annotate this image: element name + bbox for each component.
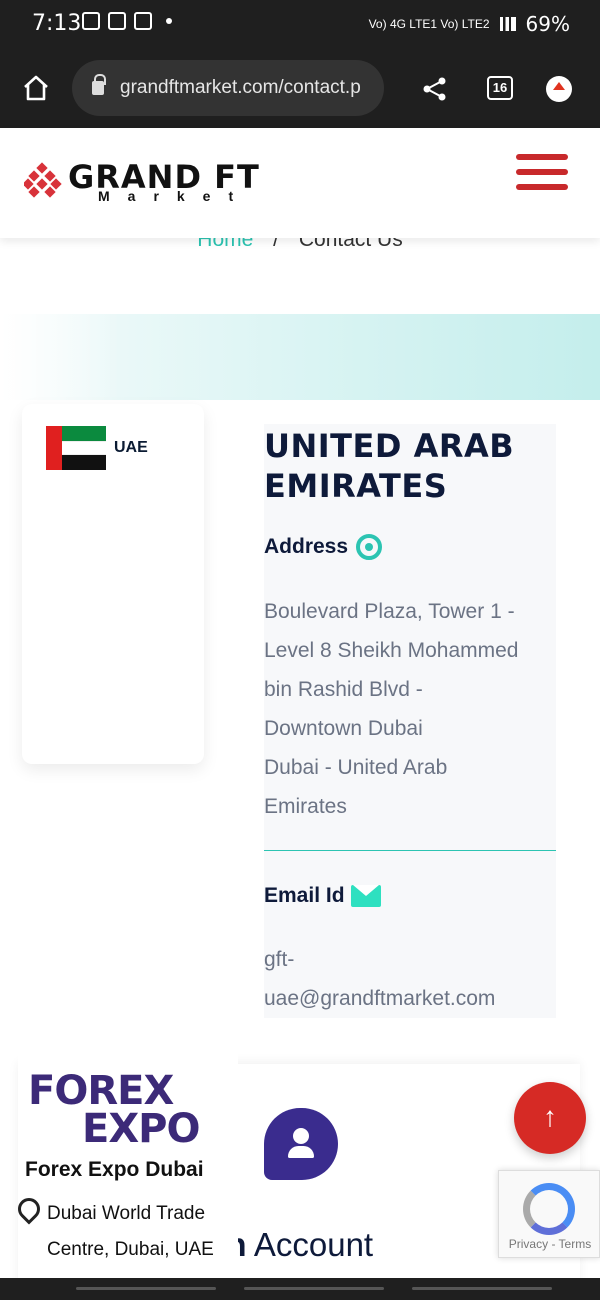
status-right: Vo) 4G LTE1 Vo) LTE2 69% (369, 12, 570, 36)
hamburger-menu-icon[interactable] (516, 154, 568, 192)
email-heading: Email Id (264, 884, 381, 908)
promo-title: Forex Expo Dubai (25, 1158, 204, 1181)
update-icon[interactable] (546, 76, 572, 102)
forex-expo-popup[interactable]: FOREX EXPO Forex Expo Dubai Dubai World … (13, 1052, 238, 1268)
logo-diamond-icon (24, 162, 62, 198)
signal-icon (499, 17, 516, 31)
lock-icon (92, 74, 106, 95)
forex-expo-logo-line1: FOREX (28, 1068, 174, 1114)
promo-address: Dubai World Trade Centre, Dubai, UAE (47, 1196, 237, 1268)
address-line: Boulevard Plaza, Tower 1 - (264, 600, 515, 623)
address-label: Address (264, 535, 349, 558)
address-text: Boulevard Plaza, Tower 1 - Level 8 Sheik… (264, 592, 556, 826)
address-line: Downtown Dubai (264, 717, 423, 740)
nav-recents[interactable] (76, 1287, 216, 1290)
battery-level: 69% (525, 12, 570, 36)
system-nav-bar (0, 1278, 600, 1300)
open-account-rest: Account (246, 1226, 374, 1263)
address-line: bin Rashid Blvd - (264, 678, 423, 701)
email-line: gft- (264, 948, 295, 971)
site-header: GRAND FT Market (0, 128, 600, 238)
nav-back[interactable] (412, 1287, 552, 1290)
decorative-band (0, 314, 600, 400)
logo-subtitle: Market (98, 188, 252, 204)
scroll-to-top-button[interactable]: ↑ (514, 1082, 586, 1154)
url-field[interactable]: grandftmarket.com/contact.p (72, 60, 384, 116)
location-pin-icon (13, 1193, 45, 1225)
country-tab-card: UAE (22, 404, 204, 764)
site-logo[interactable]: GRAND FT Market (24, 158, 284, 208)
gmail-icon (108, 12, 126, 30)
address-line: Emirates (264, 795, 347, 818)
envelope-icon (350, 885, 381, 907)
share-icon[interactable] (422, 76, 448, 102)
more-notifications-icon (166, 18, 172, 24)
nav-home[interactable] (244, 1287, 384, 1290)
location-target-icon (356, 534, 383, 560)
url-text: grandftmarket.com/contact.p (120, 77, 361, 98)
address-line: Dubai - United Arab (264, 756, 448, 779)
address-heading: Address (264, 534, 383, 560)
notification-icons (82, 12, 172, 30)
section-divider (264, 850, 556, 851)
address-line: Level 8 Sheikh Mohammed (264, 639, 519, 662)
status-bar: 7:13 Vo) 4G LTE1 Vo) LTE2 69% (0, 0, 600, 48)
promo-address-line: Centre, Dubai, UAE (47, 1239, 214, 1260)
office-title: UNITED ARAB EMIRATES (264, 427, 515, 505)
recaptcha-terms[interactable]: Privacy - Terms (499, 1237, 600, 1251)
promo-address-line: Dubai World Trade (47, 1203, 206, 1224)
office-info-panel: UNITED ARAB EMIRATES Address Boulevard P… (264, 424, 556, 1018)
tab-switcher-button[interactable]: 16 (487, 76, 513, 100)
uae-flag-icon[interactable] (46, 426, 106, 470)
email-line: uae@grandftmarket.com (264, 987, 496, 1010)
country-tab-uae[interactable]: UAE (114, 439, 148, 457)
forex-expo-logo: FOREX EXPO (28, 1068, 200, 1152)
home-icon[interactable] (22, 74, 50, 102)
recaptcha-badge[interactable]: Privacy - Terms (498, 1170, 600, 1258)
browser-toolbar: grandftmarket.com/contact.p 16 (0, 48, 600, 128)
gallery-icon (82, 12, 100, 30)
chat-support-button[interactable] (264, 1108, 338, 1180)
status-time: 7:13 (32, 11, 82, 36)
instagram-icon (134, 12, 152, 30)
email-address-link[interactable]: gft- uae@grandftmarket.com (264, 940, 556, 1018)
forex-expo-logo-line2: EXPO (82, 1106, 200, 1152)
network-label: Vo) 4G LTE1 Vo) LTE2 (368, 17, 490, 31)
email-label: Email Id (264, 884, 345, 907)
recaptcha-icon (523, 1183, 575, 1235)
